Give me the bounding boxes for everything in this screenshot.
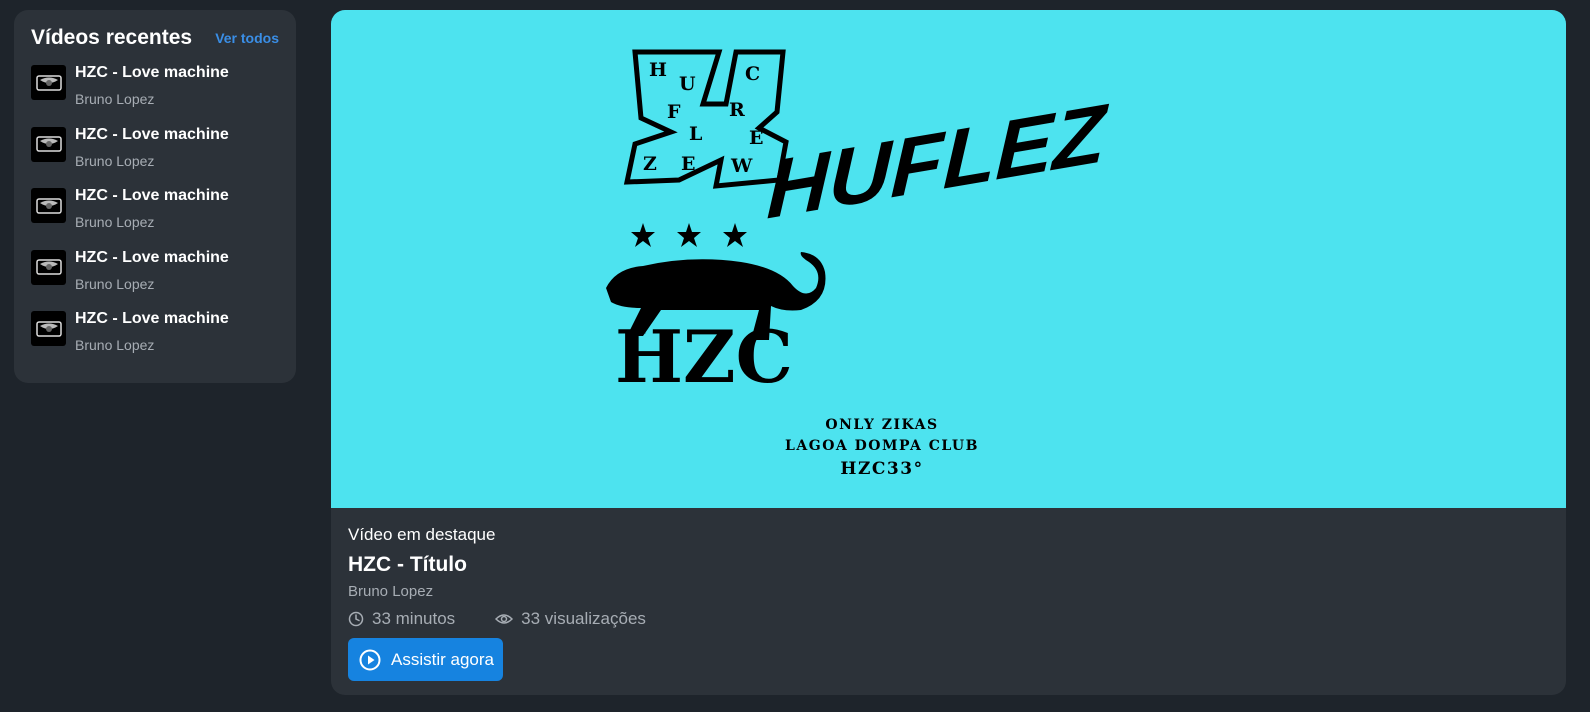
recent-videos-list: HZC - Love machine Bruno Lopez HZC - Lov…: [31, 62, 279, 370]
logo-letter: F: [667, 101, 681, 123]
recent-videos-header: Vídeos recentes Ver todos: [31, 24, 279, 52]
video-meta: HZC - Love machine Bruno Lopez: [75, 185, 229, 233]
views-value: 33 visualizações: [521, 609, 646, 628]
logo-letter: U: [679, 73, 696, 95]
list-item[interactable]: HZC - Love machine Bruno Lopez: [31, 62, 279, 124]
video-stats: 33 minutos 33 visualizações: [348, 608, 1549, 630]
video-author: Bruno Lopez: [75, 214, 155, 230]
logo-letter: W: [730, 155, 753, 177]
video-meta: HZC - Love machine Bruno Lopez: [75, 247, 229, 295]
duration-stat: 33 minutos: [348, 608, 455, 630]
tagline-line: LAGOA DOMPA CLUB: [785, 438, 979, 454]
watch-now-label: Assistir agora: [391, 649, 494, 669]
see-all-link[interactable]: Ver todos: [215, 30, 279, 46]
list-item[interactable]: HZC - Love machine Bruno Lopez: [31, 308, 279, 370]
video-title: HZC - Love machine: [75, 310, 229, 327]
logo-letter: H: [649, 59, 667, 81]
hzc-banner-artwork: H U C F R L E Z E W HUFLEZ HZC ONLY ZIKA…: [606, 49, 1110, 479]
recent-videos-panel: Vídeos recentes Ver todos HZC - Love mac…: [14, 10, 296, 383]
play-circle-icon: [359, 649, 381, 670]
tagline-line: HZC33°: [840, 459, 923, 479]
featured-label: Vídeo em destaque: [348, 525, 496, 544]
video-title: HZC - Love machine: [75, 248, 229, 266]
video-thumbnail: [31, 311, 66, 346]
list-item[interactable]: HZC - Love machine Bruno Lopez: [31, 247, 279, 309]
huflez-text: HUFLEZ: [765, 86, 1110, 237]
video-thumbnail: [31, 249, 66, 285]
eye-icon: [495, 614, 514, 624]
huflez-wordmark: HUFLEZ: [765, 86, 1110, 237]
watch-now-button[interactable]: Assistir agora: [348, 638, 503, 681]
panther-emblem: HZC: [606, 252, 826, 399]
featured-video-info: Vídeo em destaque HZC - Título Bruno Lop…: [331, 508, 1566, 695]
logo-letter: L: [689, 123, 702, 145]
logo-33-letters: H U C F R L E Z E W: [643, 59, 763, 177]
tagline-line: ONLY ZIKAS: [825, 417, 938, 433]
list-item[interactable]: HZC - Love machine Bruno Lopez: [31, 185, 279, 247]
video-meta: HZC - Love machine Bruno Lopez: [75, 124, 229, 172]
views-stat: 33 visualizações: [495, 608, 646, 630]
featured-video-banner[interactable]: H U C F R L E Z E W HUFLEZ HZC ONLY ZIKA…: [331, 10, 1566, 508]
recent-videos-title: Vídeos recentes: [31, 26, 193, 49]
video-title: HZC - Love machine: [75, 187, 229, 204]
video-author: Bruno Lopez: [75, 152, 155, 169]
logo-letter: C: [745, 63, 760, 85]
video-author: Bruno Lopez: [75, 337, 155, 353]
video-title: HZC - Love machine: [75, 125, 229, 143]
logo-letter: R: [729, 99, 745, 121]
video-thumbnail: [31, 126, 66, 162]
three-stars: [631, 223, 747, 247]
video-title: HZC - Love machine: [75, 64, 229, 81]
logo-letter: E: [681, 153, 695, 175]
video-author: Bruno Lopez: [75, 275, 155, 292]
logo-letter: Z: [643, 153, 657, 175]
logo-letter: E: [749, 127, 763, 149]
banner-tagline: ONLY ZIKAS LAGOA DOMPA CLUB HZC33°: [785, 417, 979, 479]
video-author: Bruno Lopez: [75, 91, 155, 107]
list-item[interactable]: HZC - Love machine Bruno Lopez: [31, 124, 279, 186]
video-thumbnail: [31, 65, 66, 100]
hzc-emblem-text: HZC: [615, 314, 793, 399]
featured-video-title: HZC - Título: [348, 553, 467, 576]
video-meta: HZC - Love machine Bruno Lopez: [75, 308, 229, 356]
featured-video-card: H U C F R L E Z E W HUFLEZ HZC ONLY ZIKA…: [331, 10, 1566, 695]
duration-value: 33 minutos: [372, 609, 456, 628]
clock-icon: [348, 611, 364, 627]
video-meta: HZC - Love machine Bruno Lopez: [75, 62, 229, 110]
video-thumbnail: [31, 188, 66, 223]
featured-video-author: Bruno Lopez: [348, 583, 434, 600]
